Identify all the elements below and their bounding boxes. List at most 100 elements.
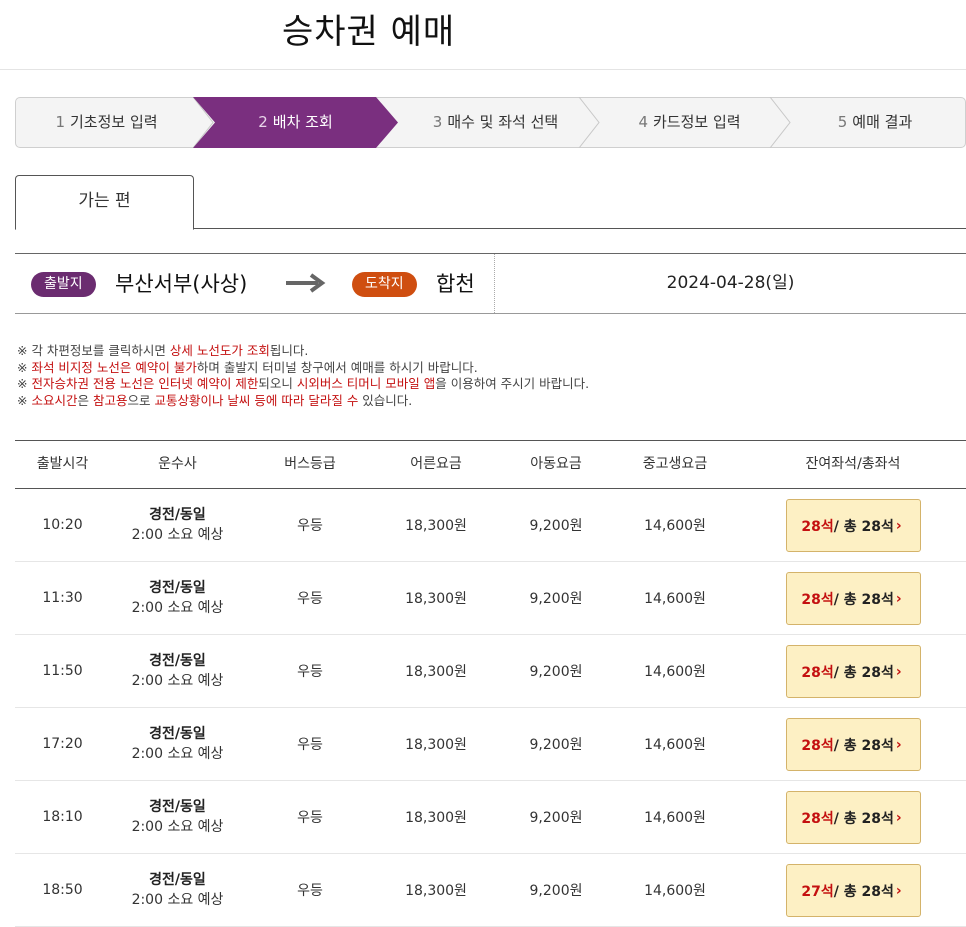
- child-fare: 9,200원: [529, 883, 583, 899]
- select-seat-button[interactable]: 28석 / 총 28석 ›: [786, 499, 921, 552]
- departure-time: 11:50: [42, 663, 83, 679]
- departure-time: 10:20: [42, 517, 83, 533]
- departure-time: 11:30: [42, 590, 83, 606]
- total-seats: / 총 28석: [833, 591, 894, 608]
- notice-text: ※: [17, 392, 32, 408]
- table-row[interactable]: 11:50 경전/동일 2:00 소요 예상 우등 18,300원 9,200원 14,60…: [15, 635, 966, 708]
- select-seat-button[interactable]: 27석 / 총 28석 ›: [786, 864, 921, 917]
- header-youth-fare: 중고생요금: [642, 456, 708, 472]
- adult-fare: 18,300원: [405, 883, 467, 899]
- page-title: 승차권 예매: [282, 12, 456, 52]
- table-row[interactable]: 18:10 경전/동일 2:00 소요 예상 우등 18,300원 9,200원 14,60…: [15, 781, 966, 854]
- child-fare: 9,200원: [529, 664, 583, 680]
- company-name: 경전/동일: [149, 872, 206, 888]
- table-row[interactable]: 18:50 경전/동일 2:00 소요 예상 우등 18,300원 9,200원 14,60…: [15, 854, 966, 927]
- adult-fare: 18,300원: [405, 810, 467, 826]
- notice-text: ※: [17, 376, 32, 391]
- travel-duration: 2:00 소요 예상: [131, 673, 224, 689]
- bus-grade: 우등: [297, 664, 323, 680]
- adult-fare: 18,300원: [405, 664, 467, 680]
- adult-fare: 18,300원: [405, 737, 467, 753]
- chevron-right-icon: ›: [895, 736, 902, 753]
- travel-duration: 2:00 소요 예상: [131, 746, 224, 762]
- notice-text: 됩니다.: [269, 343, 309, 358]
- schedule-table: 출발시각 운수사 버스등급 어른요금 아동요금 중고생요금 잔여좌석/총좌석 1…: [15, 440, 966, 927]
- bus-grade: 우등: [297, 518, 323, 534]
- notice-line: ※ 전자승차권 전용 노선은 인터넷 예약이 제한되오니 시외버스 티머니 모바…: [17, 376, 589, 393]
- step-4: 4 카드정보 입력: [638, 113, 741, 131]
- child-fare: 9,200원: [529, 518, 583, 534]
- table-body: 10:20 경전/동일 2:00 소요 예상 우등 18,300원 9,200원 14,60…: [15, 489, 966, 927]
- child-fare: 9,200원: [529, 810, 583, 826]
- total-seats: / 총 28석: [833, 737, 894, 754]
- departure-date: 2024-04-28(일): [666, 273, 795, 293]
- company-cell: 경전/동일 2:00 소요 예상: [110, 708, 245, 780]
- header-grade: 버스등급: [284, 456, 336, 472]
- company-cell: 경전/동일 2:00 소요 예상: [110, 781, 245, 853]
- notice-highlight: 상세 노선도가 조회: [169, 343, 270, 358]
- chevron-right-icon: ›: [895, 590, 902, 607]
- total-seats: / 총 28석: [833, 810, 894, 827]
- youth-fare: 14,600원: [644, 810, 706, 826]
- step-indicator: 1 기초정보 입력 2 배차 조회 3 매수 및 좌석 선택 4 카드정보 입력 5 예매…: [15, 97, 966, 148]
- travel-duration: 2:00 소요 예상: [131, 527, 224, 543]
- header-company: 운수사: [158, 456, 197, 472]
- youth-fare: 14,600원: [644, 737, 706, 753]
- total-seats: / 총 28석: [833, 883, 894, 900]
- adult-fare: 18,300원: [405, 518, 467, 534]
- notice-text: 있습니다.: [358, 392, 413, 408]
- company-name: 경전/동일: [149, 580, 206, 596]
- header-departure-time: 출발시각: [36, 456, 89, 472]
- remaining-seats: 28석: [801, 591, 834, 608]
- youth-fare: 14,600원: [644, 591, 706, 607]
- notice-text: 을 이용하여 주시기 바랍니다.: [435, 376, 590, 391]
- notice-highlight: 전자승차권 전용 노선은 인터넷 예약이 제한: [31, 376, 259, 391]
- select-seat-button[interactable]: 28석 / 총 28석 ›: [786, 572, 921, 625]
- right-arrow-icon: [286, 273, 326, 293]
- table-row[interactable]: 17:20 경전/동일 2:00 소요 예상 우등 18,300원 9,200원 14,60…: [15, 708, 966, 781]
- notice-text: 되오니: [258, 376, 297, 391]
- table-row[interactable]: 10:20 경전/동일 2:00 소요 예상 우등 18,300원 9,200원 14,60…: [15, 489, 966, 562]
- notice-line: ※ 소요시간은 참고용으로 교통상황이나 날씨 등에 따라 달라질 수 있습니다…: [17, 393, 589, 410]
- chevron-right-icon: ›: [895, 517, 902, 534]
- header-adult-fare: 어른요금: [410, 456, 462, 472]
- company-cell: 경전/동일 2:00 소요 예상: [110, 562, 245, 634]
- adult-fare: 18,300원: [405, 591, 467, 607]
- child-fare: 9,200원: [529, 737, 583, 753]
- remaining-seats: 28석: [801, 664, 834, 681]
- title-area: 승차권 예매: [0, 0, 966, 70]
- notice-highlight: 시외버스 티머니 모바일 앱: [296, 376, 436, 391]
- table-header: 출발시각 운수사 버스등급 어른요금 아동요금 중고생요금 잔여좌석/총좌석: [15, 440, 966, 489]
- company-name: 경전/동일: [149, 507, 206, 523]
- company-cell: 경전/동일 2:00 소요 예상: [110, 854, 245, 926]
- company-cell: 경전/동일 2:00 소요 예상: [110, 635, 245, 707]
- tab-outbound[interactable]: 가는 편: [15, 175, 194, 230]
- notice-highlight: 참고용: [92, 392, 128, 408]
- chevron-right-icon: ›: [895, 882, 902, 899]
- route-summary: 출발지 부산서부(사상) 도착지 합천 2024-04-28(일): [15, 253, 966, 314]
- company-name: 경전/동일: [149, 653, 206, 669]
- select-seat-button[interactable]: 28석 / 총 28석 ›: [786, 718, 921, 771]
- chevron-right-icon: ›: [895, 809, 902, 826]
- notice-text: ※ 각 차편정보를 클릭하시면: [17, 343, 170, 358]
- travel-duration: 2:00 소요 예상: [131, 892, 224, 908]
- select-seat-button[interactable]: 28석 / 총 28석 ›: [786, 791, 921, 844]
- remaining-seats: 27석: [801, 883, 834, 900]
- bus-grade: 우등: [297, 737, 323, 753]
- bus-grade: 우등: [297, 810, 323, 826]
- step-3: 3 매수 및 좌석 선택: [432, 113, 559, 131]
- notice-highlight: 교통상황이나 날씨 등에 따라 달라질 수: [154, 392, 359, 408]
- remaining-seats: 28석: [801, 518, 834, 535]
- select-seat-button[interactable]: 28석 / 총 28석 ›: [786, 645, 921, 698]
- travel-duration: 2:00 소요 예상: [131, 819, 224, 835]
- table-row[interactable]: 11:30 경전/동일 2:00 소요 예상 우등 18,300원 9,200원 14,60…: [15, 562, 966, 635]
- header-child-fare: 아동요금: [530, 456, 582, 472]
- departure-time: 17:20: [42, 736, 83, 752]
- company-name: 경전/동일: [149, 799, 206, 815]
- departure-terminal: 부산서부(사상): [115, 272, 248, 296]
- child-fare: 9,200원: [529, 591, 583, 607]
- notice-highlight: 소요시간: [31, 392, 78, 408]
- remaining-seats: 28석: [801, 810, 834, 827]
- remaining-seats: 28석: [801, 737, 834, 754]
- step-5: 5 예매 결과: [837, 113, 913, 131]
